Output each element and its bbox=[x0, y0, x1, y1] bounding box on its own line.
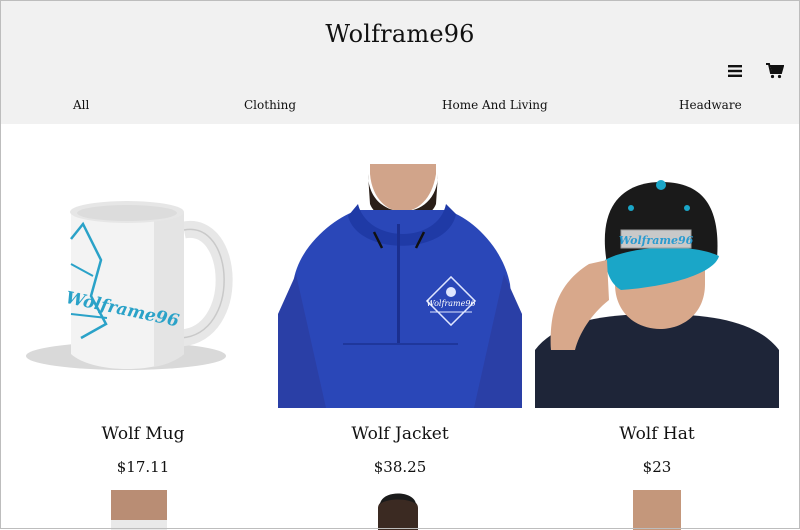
jacket-logo-text: Wolframe96 bbox=[426, 299, 475, 308]
product-image-jacket[interactable]: Wolframe96 bbox=[278, 164, 522, 408]
product-image-hat[interactable]: Wolframe96 bbox=[535, 164, 779, 408]
product-price: $23 bbox=[642, 458, 672, 476]
product-card-mug[interactable]: Wolframe96 Wolf Mug $17.11 bbox=[21, 164, 265, 476]
header-icons bbox=[724, 60, 786, 82]
product-name[interactable]: Wolf Mug bbox=[21, 424, 265, 444]
brand-title[interactable]: Wolframe96 bbox=[0, 20, 800, 48]
product-price: $17.11 bbox=[116, 458, 170, 476]
product-name[interactable]: Wolf Jacket bbox=[278, 424, 522, 444]
product-card-row2-1[interactable] bbox=[21, 490, 265, 530]
product-card-hat[interactable]: Wolframe96 Wolf Hat $23 bbox=[535, 164, 779, 476]
product-card-row2-3[interactable] bbox=[535, 490, 779, 530]
product-image-mug[interactable]: Wolframe96 bbox=[21, 164, 265, 408]
site-header: Wolframe96 All Clothing Home And Living … bbox=[0, 0, 800, 124]
nav-item-headware[interactable]: Headware bbox=[679, 98, 742, 112]
category-nav: All Clothing Home And Living Headware bbox=[0, 98, 800, 118]
product-card-row2-2[interactable] bbox=[278, 490, 522, 530]
nav-item-clothing[interactable]: Clothing bbox=[244, 98, 296, 112]
nav-item-home-and-living[interactable]: Home And Living bbox=[442, 98, 548, 112]
product-name[interactable]: Wolf Hat bbox=[535, 424, 779, 444]
hat-logo-text: Wolframe96 bbox=[619, 234, 694, 247]
cart-icon[interactable] bbox=[764, 60, 786, 82]
product-card-jacket[interactable]: Wolframe96 Wolf Jacket $38.25 bbox=[278, 164, 522, 476]
menu-icon[interactable] bbox=[724, 60, 746, 82]
nav-item-all[interactable]: All bbox=[73, 98, 89, 112]
product-price: $38.25 bbox=[373, 458, 427, 476]
